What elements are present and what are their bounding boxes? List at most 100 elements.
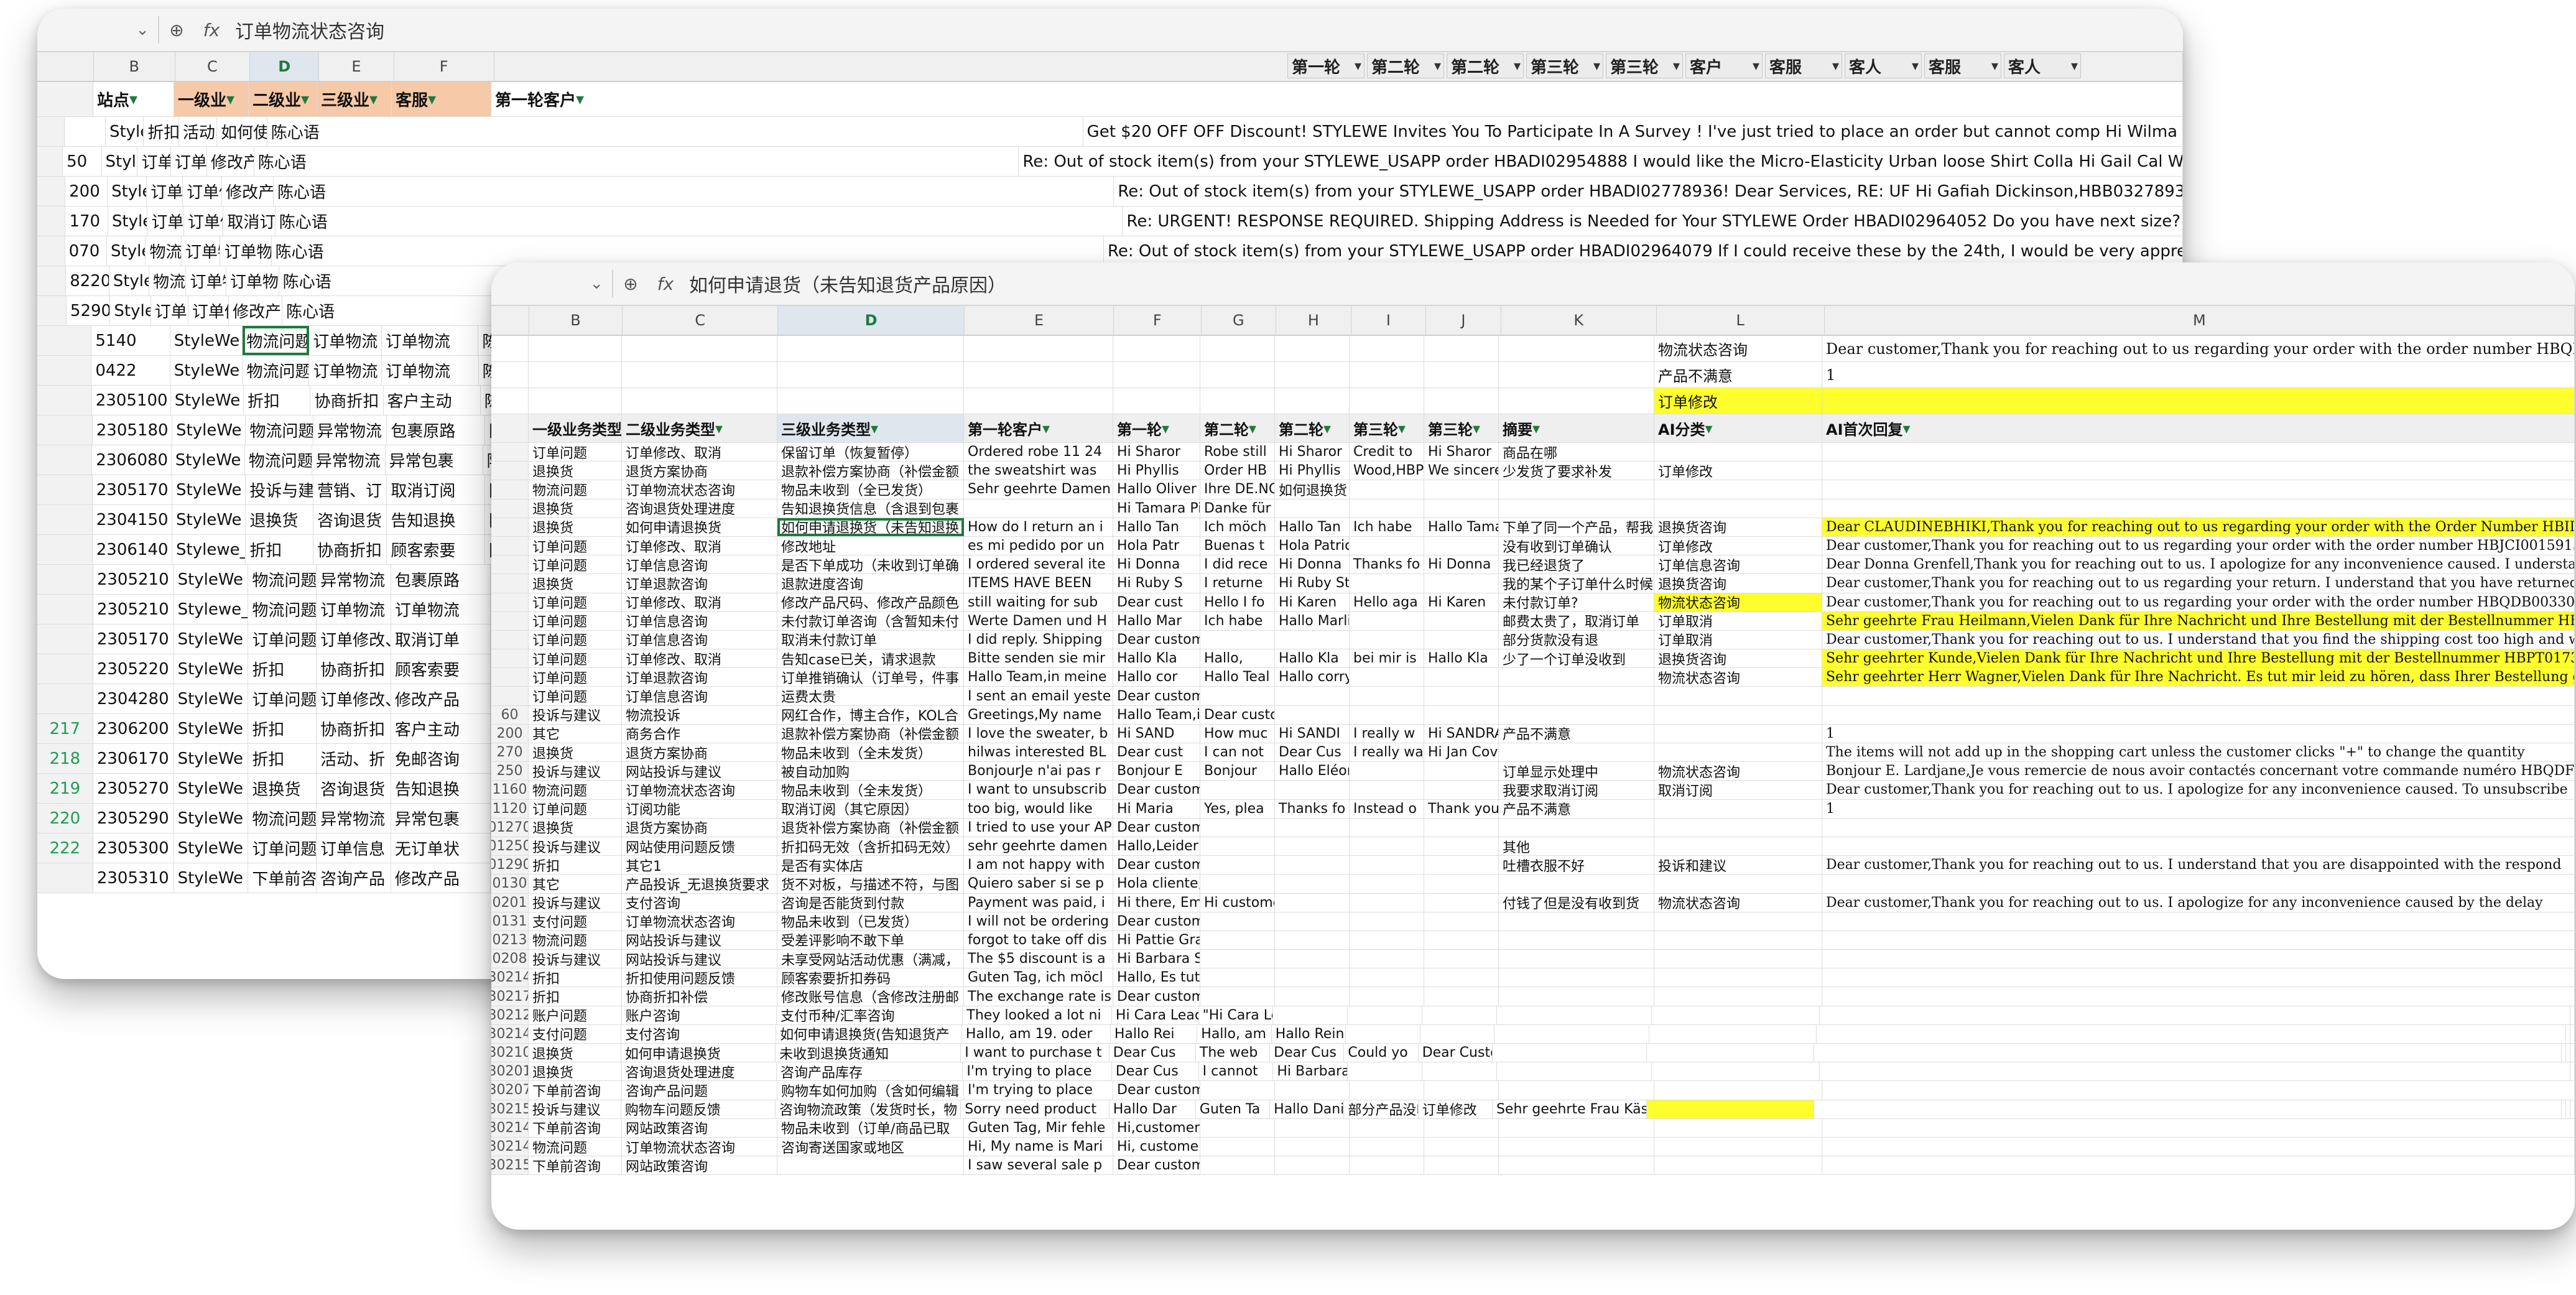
- table-cell[interactable]: 退款进度咨询: [777, 574, 964, 593]
- table-cell[interactable]: Bonjour: [1200, 762, 1275, 781]
- table-cell[interactable]: 订单物流状态咨询: [622, 912, 777, 931]
- table-cell[interactable]: [1820, 1062, 2570, 1081]
- table-cell[interactable]: 协商折扣: [317, 654, 391, 684]
- table-cell[interactable]: Hallo Team,in meine: [1113, 705, 1200, 724]
- table-cell[interactable]: 物流问题: [146, 236, 182, 266]
- table-cell[interactable]: 下单前咨询: [529, 1081, 622, 1100]
- filter-header-0[interactable]: 一级业务类型 ▾: [529, 414, 622, 442]
- table-cell[interactable]: Hola Patricio Sanchez rojas,H: [1275, 536, 1350, 555]
- table-cell[interactable]: 协商折扣: [313, 535, 387, 564]
- table-cell[interactable]: 2305210: [93, 595, 174, 624]
- table-cell[interactable]: [1654, 987, 1822, 1006]
- table-cell[interactable]: [1350, 574, 1424, 593]
- table-cell[interactable]: [1275, 1081, 1350, 1100]
- table-cell[interactable]: Hola cliente,Lo sentimos, no admitimos p…: [1113, 875, 1200, 893]
- table-cell[interactable]: 邮费太贵了，取消订单: [1499, 611, 1654, 630]
- table-cell[interactable]: 运费太贵: [777, 687, 964, 705]
- table-cell[interactable]: 协商折扣: [317, 714, 391, 743]
- table-cell[interactable]: StyleWe: [172, 415, 246, 445]
- table-cell[interactable]: 修改产品: [229, 296, 283, 325]
- table-cell[interactable]: [1420, 1024, 1495, 1043]
- table-cell[interactable]: 订单信息: [317, 833, 391, 863]
- table-cell[interactable]: [1424, 818, 1499, 837]
- table-cell[interactable]: Hi SANDI: [1275, 724, 1350, 743]
- table-cell[interactable]: StyleWe: [171, 386, 244, 415]
- filter-dropdown-icon[interactable]: ▾: [1532, 420, 1540, 437]
- table-cell[interactable]: [1350, 893, 1424, 912]
- table-cell[interactable]: 退货方案协商: [622, 462, 777, 480]
- table-cell[interactable]: sehr geehrte damen: [964, 837, 1113, 856]
- table-cell[interactable]: Stylewe_: [102, 147, 138, 176]
- table-cell[interactable]: Ich habe: [1350, 518, 1424, 536]
- table-cell-ai-reply[interactable]: [1822, 388, 2575, 414]
- table-cell[interactable]: StyleWe: [174, 863, 249, 893]
- table-cell[interactable]: Hi customer , Sorry for the in: [1200, 893, 1275, 912]
- table-cell[interactable]: 修改产品: [391, 863, 491, 893]
- table-cell[interactable]: [1200, 818, 1275, 837]
- table-cell[interactable]: 0422: [91, 356, 170, 385]
- table-cell[interactable]: Sehr geehrter Herr Wagner,Vielen Dank fü…: [1822, 668, 2575, 687]
- table-cell[interactable]: [1499, 987, 1654, 1006]
- table-cell[interactable]: 折扣: [244, 386, 311, 415]
- table-cell[interactable]: 咨询退货: [317, 774, 391, 803]
- filter-dropdown-icon[interactable]: ▾: [576, 90, 584, 109]
- table-cell[interactable]: 物流问题: [243, 356, 310, 385]
- table-cell[interactable]: I can not: [1200, 743, 1275, 762]
- table-cell[interactable]: [1654, 705, 1822, 724]
- table-cell[interactable]: 取消订阅（其它原因）: [777, 799, 964, 818]
- table-cell[interactable]: 折扣: [248, 654, 317, 684]
- table-cell[interactable]: 折扣: [246, 535, 313, 564]
- table-cell[interactable]: [1424, 856, 1499, 875]
- table-cell[interactable]: Hallo Eléonore Lardjane,: [1275, 762, 1350, 781]
- table-cell[interactable]: [1424, 630, 1499, 649]
- table-cell[interactable]: [1654, 875, 1822, 893]
- table-cell[interactable]: [1822, 950, 2575, 968]
- table-cell[interactable]: [2562, 1044, 2566, 1062]
- column-letter-D[interactable]: D: [250, 52, 320, 81]
- table-cell[interactable]: [1348, 1006, 1422, 1024]
- table-cell[interactable]: [1822, 875, 2575, 893]
- table-cell[interactable]: 订单修改、: [183, 177, 223, 206]
- table-cell[interactable]: The $5 discount is a: [964, 950, 1113, 968]
- table-cell[interactable]: [1424, 536, 1499, 555]
- table-cell[interactable]: [1275, 1118, 1350, 1137]
- table-cell[interactable]: [2570, 1100, 2575, 1118]
- table-cell[interactable]: 退换货咨询: [1654, 518, 1822, 536]
- table-cell[interactable]: 取消订单: [223, 207, 276, 236]
- column-letter-corner[interactable]: [491, 306, 529, 335]
- table-cell[interactable]: StyleWe: [109, 266, 150, 295]
- table-cell[interactable]: 异常包裹: [391, 804, 491, 833]
- table-cell[interactable]: Dear customer,Sorry for any inconvenienc…: [1113, 987, 1200, 1006]
- table-cell[interactable]: Re: URGENT! RESPONSE REQUIRED. Shipping …: [1123, 207, 2183, 236]
- table-cell[interactable]: 投诉和建议: [1654, 856, 1822, 875]
- table-cell[interactable]: 170: [65, 207, 108, 236]
- table-cell[interactable]: 订单问题: [529, 555, 622, 574]
- table-cell[interactable]: [1424, 611, 1499, 630]
- table-cell[interactable]: 物流问题: [248, 565, 317, 594]
- chevron-down-icon[interactable]: ⌄: [590, 274, 603, 293]
- table-cell[interactable]: Hi Sharor: [1275, 443, 1350, 462]
- table-cell[interactable]: 取消订阅: [1654, 781, 1822, 799]
- table-cell[interactable]: 订单信息咨询: [622, 611, 777, 630]
- table-cell[interactable]: still waiting for sub: [964, 593, 1113, 611]
- table-cell[interactable]: [1424, 1118, 1499, 1137]
- table-cell[interactable]: I returne: [1200, 574, 1275, 593]
- table-cell[interactable]: 货不对板，与描述不符，与图: [777, 875, 964, 893]
- table-cell[interactable]: Werte Damen und H: [964, 611, 1113, 630]
- table-cell[interactable]: [1424, 705, 1499, 724]
- table-cell[interactable]: 订单物流: [226, 266, 279, 295]
- table-cell[interactable]: [1275, 499, 1350, 518]
- table-cell[interactable]: 购物车如何加购（含如何编辑: [777, 1081, 964, 1100]
- table-cell[interactable]: 订单问题: [248, 624, 317, 654]
- table-cell[interactable]: Hi Phyllis: [1275, 462, 1350, 480]
- table-cell[interactable]: [2570, 1062, 2575, 1081]
- table-cell[interactable]: [622, 388, 777, 414]
- table-cell[interactable]: 咨询退货处理进度: [622, 499, 777, 518]
- table-cell[interactable]: 如何申请退换货（未告知退换: [777, 518, 964, 536]
- filter-header-4[interactable]: 第一轮 ▾: [1113, 414, 1200, 442]
- table-cell[interactable]: 物流问题: [529, 480, 622, 499]
- table-cell[interactable]: I want to unsubscrib: [964, 781, 1113, 799]
- table-cell[interactable]: I did reply. Shipping: [964, 630, 1113, 649]
- table-cell[interactable]: 异常物流: [313, 415, 387, 445]
- table-cell[interactable]: 2304150: [93, 505, 173, 534]
